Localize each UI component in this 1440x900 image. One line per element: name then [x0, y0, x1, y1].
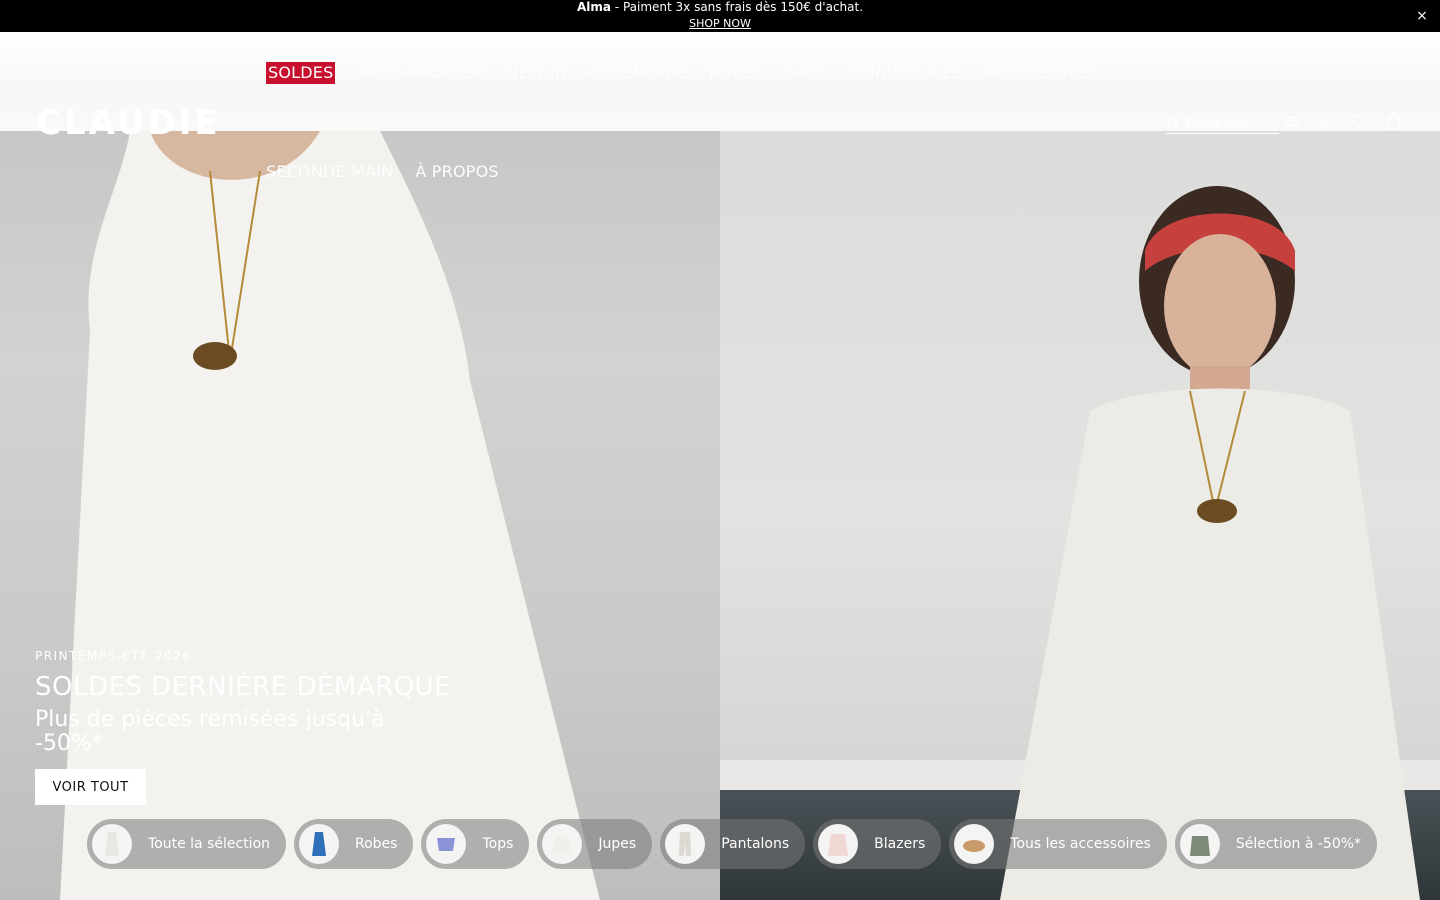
announcement-bar: Alma - Paiment 3x sans frais dès 150€ d'… [0, 0, 1440, 32]
account-icon[interactable] [1316, 112, 1334, 130]
nav-item-ceremonie[interactable]: CÉRÉMONIE [589, 62, 687, 84]
category-pill[interactable]: Tous les accessoires [949, 819, 1167, 869]
category-label: Tops [482, 836, 514, 852]
skirt-icon [552, 837, 573, 853]
model-silhouette-right [1000, 186, 1420, 900]
hero-subline: Plus de pièces remisées jusqu'à -50%* [35, 707, 385, 756]
search-placeholder: Rechercher [1186, 115, 1254, 130]
category-thumbnail [954, 824, 995, 864]
category-label: Toute la sélection [148, 836, 271, 852]
category-pill[interactable]: Sélection à -50%* [1174, 819, 1378, 869]
wishlist-icon[interactable] [1350, 112, 1368, 130]
category-thumbnail [1179, 824, 1220, 864]
announcement-brand: Alma [576, 0, 611, 14]
close-icon[interactable]: × [1414, 8, 1430, 24]
nav-item-chaussures[interactable]: CHAUSSURES [852, 62, 963, 84]
category-pill[interactable]: Tops [421, 819, 530, 869]
category-thumbnail [92, 824, 132, 864]
search-icon [1167, 116, 1180, 130]
category-pill[interactable]: Toute la sélection [87, 819, 287, 869]
nav-item-soldes[interactable]: SOLDES [266, 62, 336, 84]
nav-item-sacs[interactable]: SACS [787, 62, 830, 84]
hero-image-right [720, 131, 1440, 900]
dress-icon [105, 832, 119, 856]
nav-item-robes[interactable]: ROBES [709, 62, 765, 84]
category-thumbnail [542, 824, 583, 864]
pants-icon [679, 832, 692, 856]
nav-item-seconde-main[interactable]: SECONDE MAIN [266, 161, 393, 183]
category-pill[interactable]: Pantalons [660, 819, 806, 869]
secondary-nav: SECONDE MAIN À PROPOS [266, 161, 521, 183]
top-icon [437, 838, 456, 851]
blazer-icon [828, 834, 849, 856]
brand-logo[interactable]: CLAUDIE [36, 106, 221, 140]
main-nav: SOLDES PRÊT-À-PORTER NEW IN CÉRÉMONIE RO… [266, 62, 1121, 84]
hero-copy: PRINTEMPS-ÉTÉ 2026 SOLDES DERNIÈRE DÉMAR… [35, 648, 455, 756]
nav-item-new-in[interactable]: NEW IN [506, 62, 567, 84]
nav-item-pret-a-porter[interactable]: PRÊT-À-PORTER [357, 62, 484, 84]
menu-icon[interactable] [1282, 112, 1300, 130]
shop-now-link[interactable]: SHOP NOW [689, 17, 751, 31]
nav-item-accessoires[interactable]: ACCESSOIRES [985, 62, 1099, 84]
category-pill[interactable]: Blazers [813, 819, 942, 869]
bag-icon[interactable] [1384, 112, 1402, 130]
voir-tout-button[interactable]: VOIR TOUT [35, 769, 146, 805]
category-pill[interactable]: Jupes [537, 819, 653, 869]
hero-headline: SOLDES DERNIÈRE DÉMARQUE [35, 672, 452, 702]
category-pill[interactable]: Robes [294, 819, 414, 869]
category-label: Jupes [598, 836, 637, 852]
hero-banner[interactable] [0, 131, 1440, 900]
garment-icon [1189, 836, 1210, 856]
category-thumbnail [426, 824, 467, 864]
category-label: Pantalons [721, 836, 790, 852]
accessory-icon [963, 840, 986, 852]
announcement-text: Alma - Paiment 3x sans frais dès 150€ d'… [0, 0, 1440, 14]
category-label: Blazers [874, 836, 926, 852]
hero-eyebrow: PRINTEMPS-ÉTÉ 2026 [35, 649, 192, 663]
site-header: SOLDES PRÊT-À-PORTER NEW IN CÉRÉMONIE RO… [0, 32, 1440, 140]
category-label: Sélection à -50%* [1235, 836, 1362, 852]
category-label: Tous les accessoires [1010, 836, 1151, 852]
search-field[interactable]: Rechercher [1166, 112, 1279, 134]
category-thumbnail [818, 824, 859, 864]
header-icons [1282, 112, 1402, 130]
announcement-message: - Paiment 3x sans frais dès 150€ d'achat… [610, 0, 864, 14]
nav-item-a-propos[interactable]: À PROPOS [415, 161, 498, 183]
dress-icon [312, 832, 327, 856]
category-label: Robes [355, 836, 398, 852]
category-thumbnail [299, 824, 340, 864]
category-pills: Toute la sélection Robes Tops Jupes Pant… [87, 819, 1378, 869]
category-thumbnail [665, 824, 706, 864]
